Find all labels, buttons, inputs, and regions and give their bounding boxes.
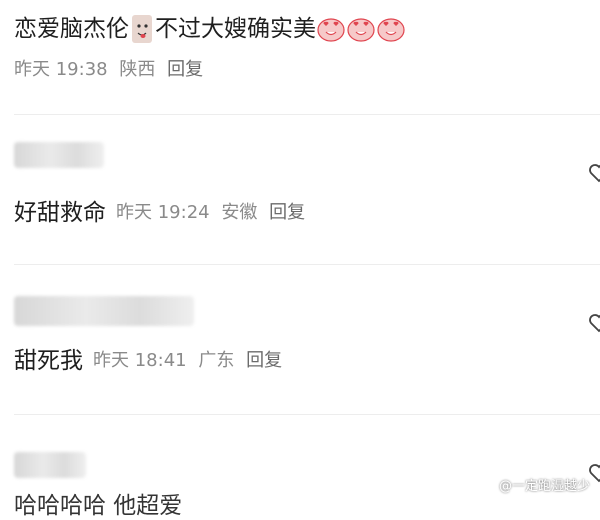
comment-meta: 昨天 18:41 广东 回复 bbox=[93, 346, 282, 376]
watermark-logo-icon bbox=[482, 477, 496, 492]
comment-text-content: 好甜救命 bbox=[14, 200, 106, 226]
watermark-text: @一定跑湿越少 bbox=[498, 479, 590, 494]
like-heart-icon[interactable] bbox=[588, 312, 600, 334]
like-heart-icon[interactable] bbox=[588, 162, 600, 184]
comment-text-content: 甜死我 bbox=[14, 348, 83, 374]
comment-time: 昨天 19:38 bbox=[14, 59, 108, 80]
divider bbox=[14, 114, 600, 115]
comment-text-part2: 不过大嫂确实美 bbox=[155, 16, 316, 42]
comment-text-part1: 恋爱脑杰伦 bbox=[14, 16, 129, 42]
watermark: @一定跑湿越少 bbox=[482, 475, 590, 494]
blurred-username bbox=[14, 142, 104, 168]
blurred-username bbox=[14, 296, 194, 326]
tongue-face-sticker-icon bbox=[132, 15, 152, 43]
heart-eyes-face-emoji-icon bbox=[317, 18, 345, 42]
blurred-username bbox=[14, 452, 86, 478]
comment-text-partial: 哈哈哈哈 他超爱 bbox=[14, 493, 183, 519]
comment-text: 恋爱脑杰伦 不过大嫂确实美 bbox=[14, 14, 406, 44]
reply-button[interactable]: 回复 bbox=[269, 202, 305, 223]
heart-eyes-face-emoji-icon bbox=[377, 18, 405, 42]
comment-time: 昨天 18:41 bbox=[93, 350, 187, 371]
heart-eyes-face-emoji-icon bbox=[347, 18, 375, 42]
comment-location: 广东 bbox=[198, 350, 235, 371]
comment-meta: 昨天 19:38 陕西 回复 bbox=[14, 55, 203, 81]
comment-location: 安徽 bbox=[221, 202, 258, 223]
comment-text: 好甜救命 昨天 19:24 安徽 回复 bbox=[14, 198, 305, 228]
comment-text: 甜死我 昨天 18:41 广东 回复 bbox=[14, 346, 282, 376]
comment-meta: 昨天 19:24 安徽 回复 bbox=[116, 198, 305, 228]
divider bbox=[14, 414, 600, 415]
reply-button[interactable]: 回复 bbox=[246, 350, 282, 371]
comment-location: 陕西 bbox=[119, 59, 156, 80]
divider bbox=[14, 264, 600, 265]
reply-button[interactable]: 回复 bbox=[167, 59, 203, 80]
comment-time: 昨天 19:24 bbox=[116, 202, 210, 223]
